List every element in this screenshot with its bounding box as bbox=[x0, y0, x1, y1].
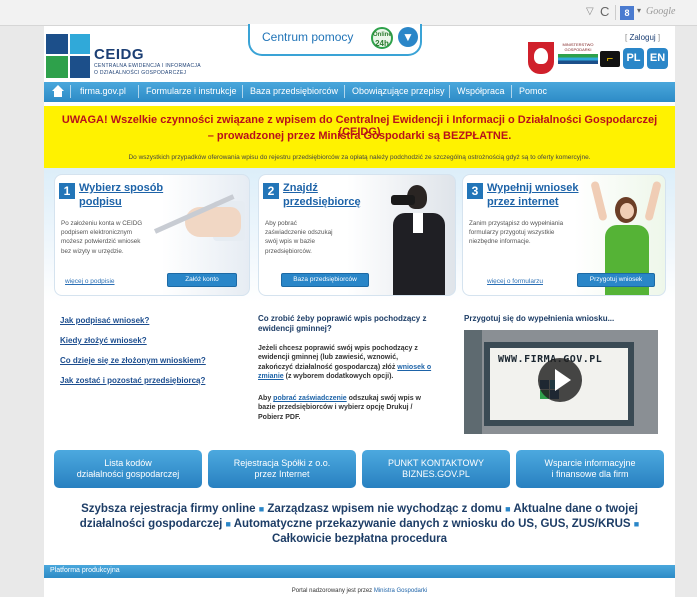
badge-24h-label: 24h bbox=[375, 39, 389, 48]
search-engine-icon[interactable]: 8 bbox=[620, 6, 634, 20]
login-link[interactable]: [ Zaloguj ] bbox=[625, 33, 660, 42]
step-title-link[interactable]: Wypełnij wniosek przez internet bbox=[487, 181, 579, 209]
more-about-signature-link[interactable]: więcej o podpisie bbox=[65, 278, 115, 285]
login-label[interactable]: Zaloguj bbox=[629, 33, 655, 42]
create-account-button[interactable]: Załóż konto bbox=[167, 273, 237, 287]
step-description: Zanim przystąpisz do wypełniania formular… bbox=[469, 220, 564, 246]
signing-hand-image bbox=[153, 194, 245, 255]
browser-search-input[interactable]: Google bbox=[646, 6, 675, 17]
banner-heading-line2: – prowadzonej przez Ministra Gospodarki … bbox=[207, 130, 512, 142]
nav-divider bbox=[449, 85, 450, 98]
step-description: Po założeniu konta w CEIDG podpisem elekt… bbox=[61, 220, 143, 255]
step-number: 2 bbox=[263, 183, 279, 199]
ceidg-logo-icon[interactable] bbox=[46, 34, 90, 78]
certificate-paragraph: Aby pobrać zaświadczenie odszukaj swój w… bbox=[258, 395, 421, 421]
man-with-binoculars-image bbox=[377, 179, 455, 295]
company-registration-button[interactable]: Rejestracja Spółki z o.o. przez Internet bbox=[208, 450, 356, 488]
play-icon[interactable] bbox=[538, 358, 582, 402]
warning-banner: UWAGA! Wszelkie czynności związane z wpi… bbox=[44, 106, 675, 168]
ministry-logo[interactable]: MINISTERSTWO GOSPODARKI bbox=[558, 42, 598, 70]
footer-text: Portal nadzorowany jest przez Ministra G… bbox=[291, 588, 428, 594]
nav-divider bbox=[344, 85, 345, 98]
logo-title[interactable]: CEIDG bbox=[94, 46, 144, 63]
footer-bar: Platforma produkcyjna bbox=[44, 565, 675, 578]
nav-item-formularze[interactable]: Formularze i instrukcje bbox=[146, 86, 237, 96]
step-card-fill: 3 Wypełnij wniosek przez internet Zanim p… bbox=[462, 174, 666, 296]
nav-divider bbox=[70, 85, 71, 98]
help-center-label[interactable]: Centrum pomocy bbox=[262, 30, 353, 44]
page: CEIDG CENTRALNA EWIDENCJA I INFORMACJA O… bbox=[44, 24, 675, 597]
nav-divider bbox=[138, 85, 139, 98]
dropdown-chevron-icon[interactable]: ▽ bbox=[586, 6, 594, 17]
municipal-record-heading: Co zrobić żeby poprawić wpis pochodzący … bbox=[258, 314, 427, 333]
polish-emblem-icon bbox=[528, 42, 554, 74]
contact-point-button[interactable]: PUNKT KONTAKTOWY BIZNES.GOV.PL bbox=[362, 450, 510, 488]
nav-item-baza[interactable]: Baza przedsiębiorców bbox=[250, 86, 338, 96]
help-center-tab[interactable]: Centrum pomocy Online 24h ▼ bbox=[248, 24, 422, 56]
nav-item-przepisy[interactable]: Obowiązujące przepisy bbox=[352, 86, 445, 96]
business-support-button[interactable]: Wsparcie informacyjne i finansowe dla fir… bbox=[516, 450, 664, 488]
nav-item-pomoc[interactable]: Pomoc bbox=[519, 86, 547, 96]
ministry-label: MINISTERSTWO GOSPODARKI bbox=[562, 42, 594, 52]
business-database-button[interactable]: Baza przedsiębiorców bbox=[281, 273, 369, 287]
prepare-application-button[interactable]: Przygotuj wniosek bbox=[577, 273, 655, 287]
change-request-link[interactable]: wniosek o bbox=[397, 364, 431, 371]
faq-link-sign[interactable]: Jak podpisać wniosek? bbox=[60, 316, 149, 325]
nav-item-wspolpraca[interactable]: Współpraca bbox=[457, 86, 505, 96]
nav-item-firma[interactable]: firma.gov.pl bbox=[80, 86, 126, 96]
toolbar-divider bbox=[615, 5, 616, 20]
language-en-button[interactable]: EN bbox=[647, 48, 668, 69]
faq-link-after-submit[interactable]: Co dzieje się ze złożonym wnioskiem? bbox=[60, 356, 206, 365]
step-description: Aby pobrać zaświadczenie odszukaj swój wpi… bbox=[265, 220, 333, 255]
steps-section: 1 Wybierz sposób podpisu Po założeniu kon… bbox=[44, 168, 675, 302]
more-about-form-link[interactable]: więcej o formularzu bbox=[487, 278, 543, 285]
step-card-sign: 1 Wybierz sposób podpisu Po założeniu kon… bbox=[54, 174, 250, 296]
reload-icon[interactable]: C bbox=[600, 4, 609, 19]
search-engine-dropdown-icon[interactable]: ▾ bbox=[637, 6, 641, 15]
banner-note: Do wszystkich przypadków oferowania wpis… bbox=[128, 154, 591, 161]
faq-link-when[interactable]: Kiedy złożyć wniosek? bbox=[60, 336, 147, 345]
browser-toolbar: ▽ C 8 ▾ Google bbox=[0, 0, 697, 26]
change-request-link-cont[interactable]: zmianie bbox=[258, 373, 284, 380]
download-certificate-link[interactable]: pobrać zaświadczenie bbox=[273, 395, 347, 402]
step-number: 3 bbox=[467, 183, 483, 199]
nav-divider bbox=[511, 85, 512, 98]
platform-label: Platforma produkcyjna bbox=[50, 567, 120, 574]
logo-subtitle-line1: CENTRALNA EWIDENCJA I INFORMACJA bbox=[94, 63, 201, 69]
activity-codes-button[interactable]: Lista kodów działalności gospodarczej bbox=[54, 450, 202, 488]
tutorial-video[interactable]: WWW.FIRMA.GOV.PL bbox=[464, 330, 658, 434]
step-card-find: 2 Znajdź przedsiębiorcę Aby pobrać zaświad… bbox=[258, 174, 456, 296]
logo-subtitle-line2: O DZIAŁALNOŚCI GOSPODARCZEJ bbox=[94, 70, 187, 76]
municipal-record-paragraph: Jeżeli chcesz poprawić swój wpis pochodz… bbox=[258, 345, 432, 380]
step-title-link[interactable]: Wybierz sposób podpisu bbox=[79, 181, 163, 209]
ministry-link[interactable]: Ministra Gospodarki bbox=[374, 588, 427, 594]
benefits-text: Szybsza rejestracja firmy online ■ Zarzą… bbox=[79, 503, 640, 545]
home-icon[interactable] bbox=[52, 85, 64, 97]
nav-divider bbox=[242, 85, 243, 98]
step-title-link[interactable]: Znajdź przedsiębiorcę bbox=[283, 181, 361, 209]
main-nav: firma.gov.pl Formularze i instrukcje Baz… bbox=[44, 82, 675, 102]
step-number: 1 bbox=[59, 183, 75, 199]
video-heading: Przygotuj się do wypełnienia wniosku... bbox=[464, 314, 615, 323]
chevron-down-icon[interactable]: ▼ bbox=[398, 27, 418, 47]
accessibility-icon[interactable]: ⌐ bbox=[600, 51, 620, 67]
faq-link-become-entrepreneur[interactable]: Jak zostać i pozostać przedsiębiorcą? bbox=[60, 376, 205, 385]
badge-online-label: Online bbox=[373, 32, 392, 38]
online-24h-badge-icon: Online 24h bbox=[371, 27, 393, 49]
language-pl-button[interactable]: PL bbox=[623, 48, 644, 69]
